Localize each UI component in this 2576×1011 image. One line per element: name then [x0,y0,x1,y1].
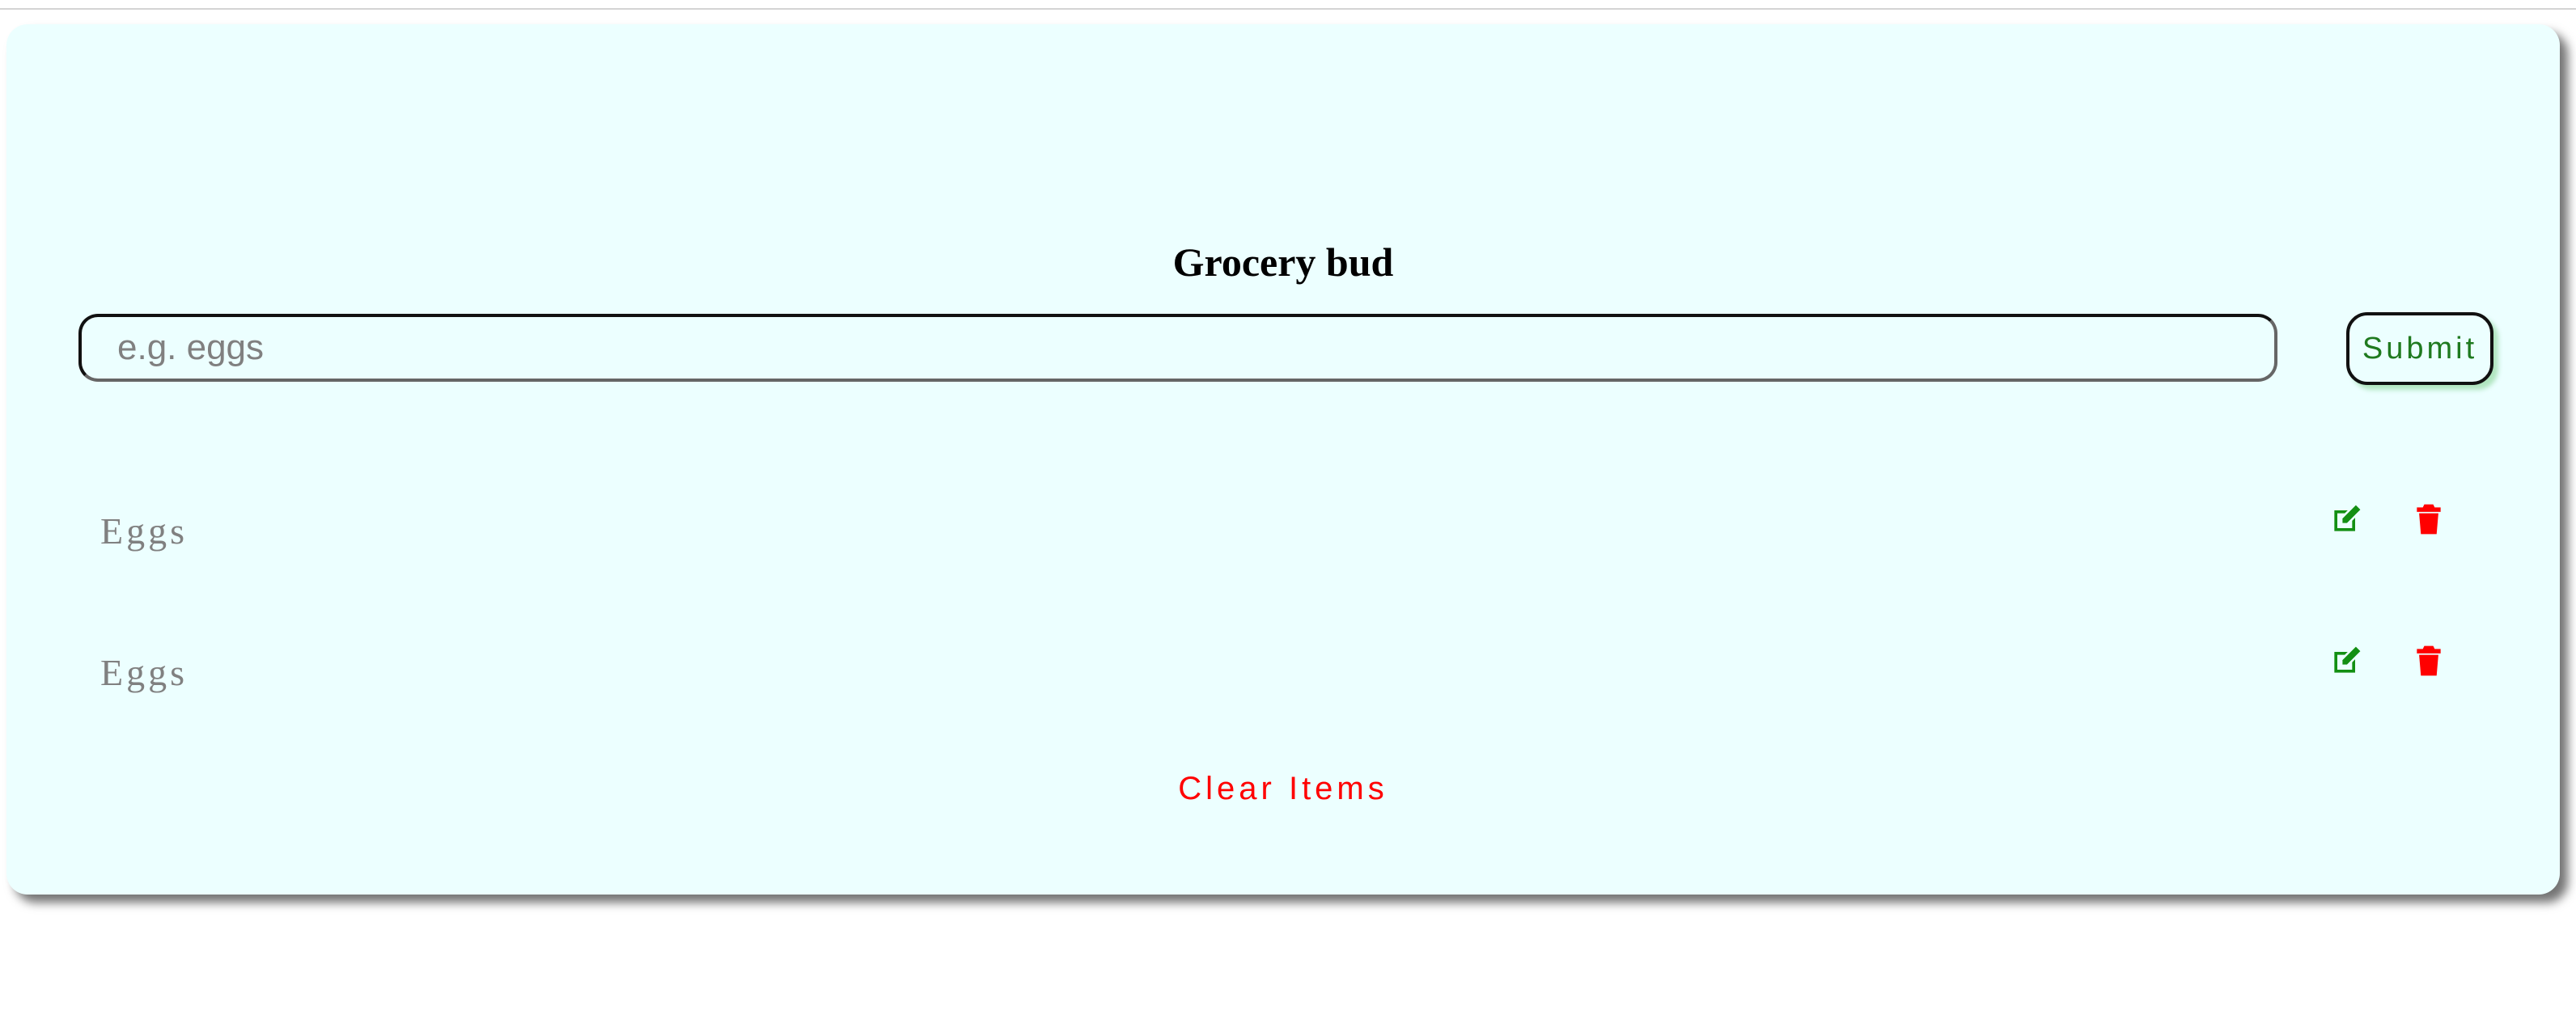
edit-icon [2334,646,2361,673]
edit-icon [2334,505,2361,531]
item-name: Eggs [100,652,188,693]
submit-button[interactable]: Submit [2346,312,2493,385]
grocery-card: Grocery bud Submit Eggs Eggs [6,24,2560,895]
top-divider [0,8,2576,10]
clear-items-button[interactable]: Clear Items [1113,760,1453,817]
list-item: Eggs [6,495,2560,568]
edit-button[interactable] [2328,501,2364,537]
delete-button[interactable] [2411,643,2447,679]
trash-icon [2417,504,2441,535]
list-item: Eggs [6,637,2560,709]
page-title: Grocery bud [1172,239,1394,285]
item-name: Eggs [100,510,188,552]
trash-icon [2417,645,2441,676]
edit-button[interactable] [2328,643,2364,679]
grocery-item-input[interactable] [78,314,2277,382]
delete-button[interactable] [2411,501,2447,537]
